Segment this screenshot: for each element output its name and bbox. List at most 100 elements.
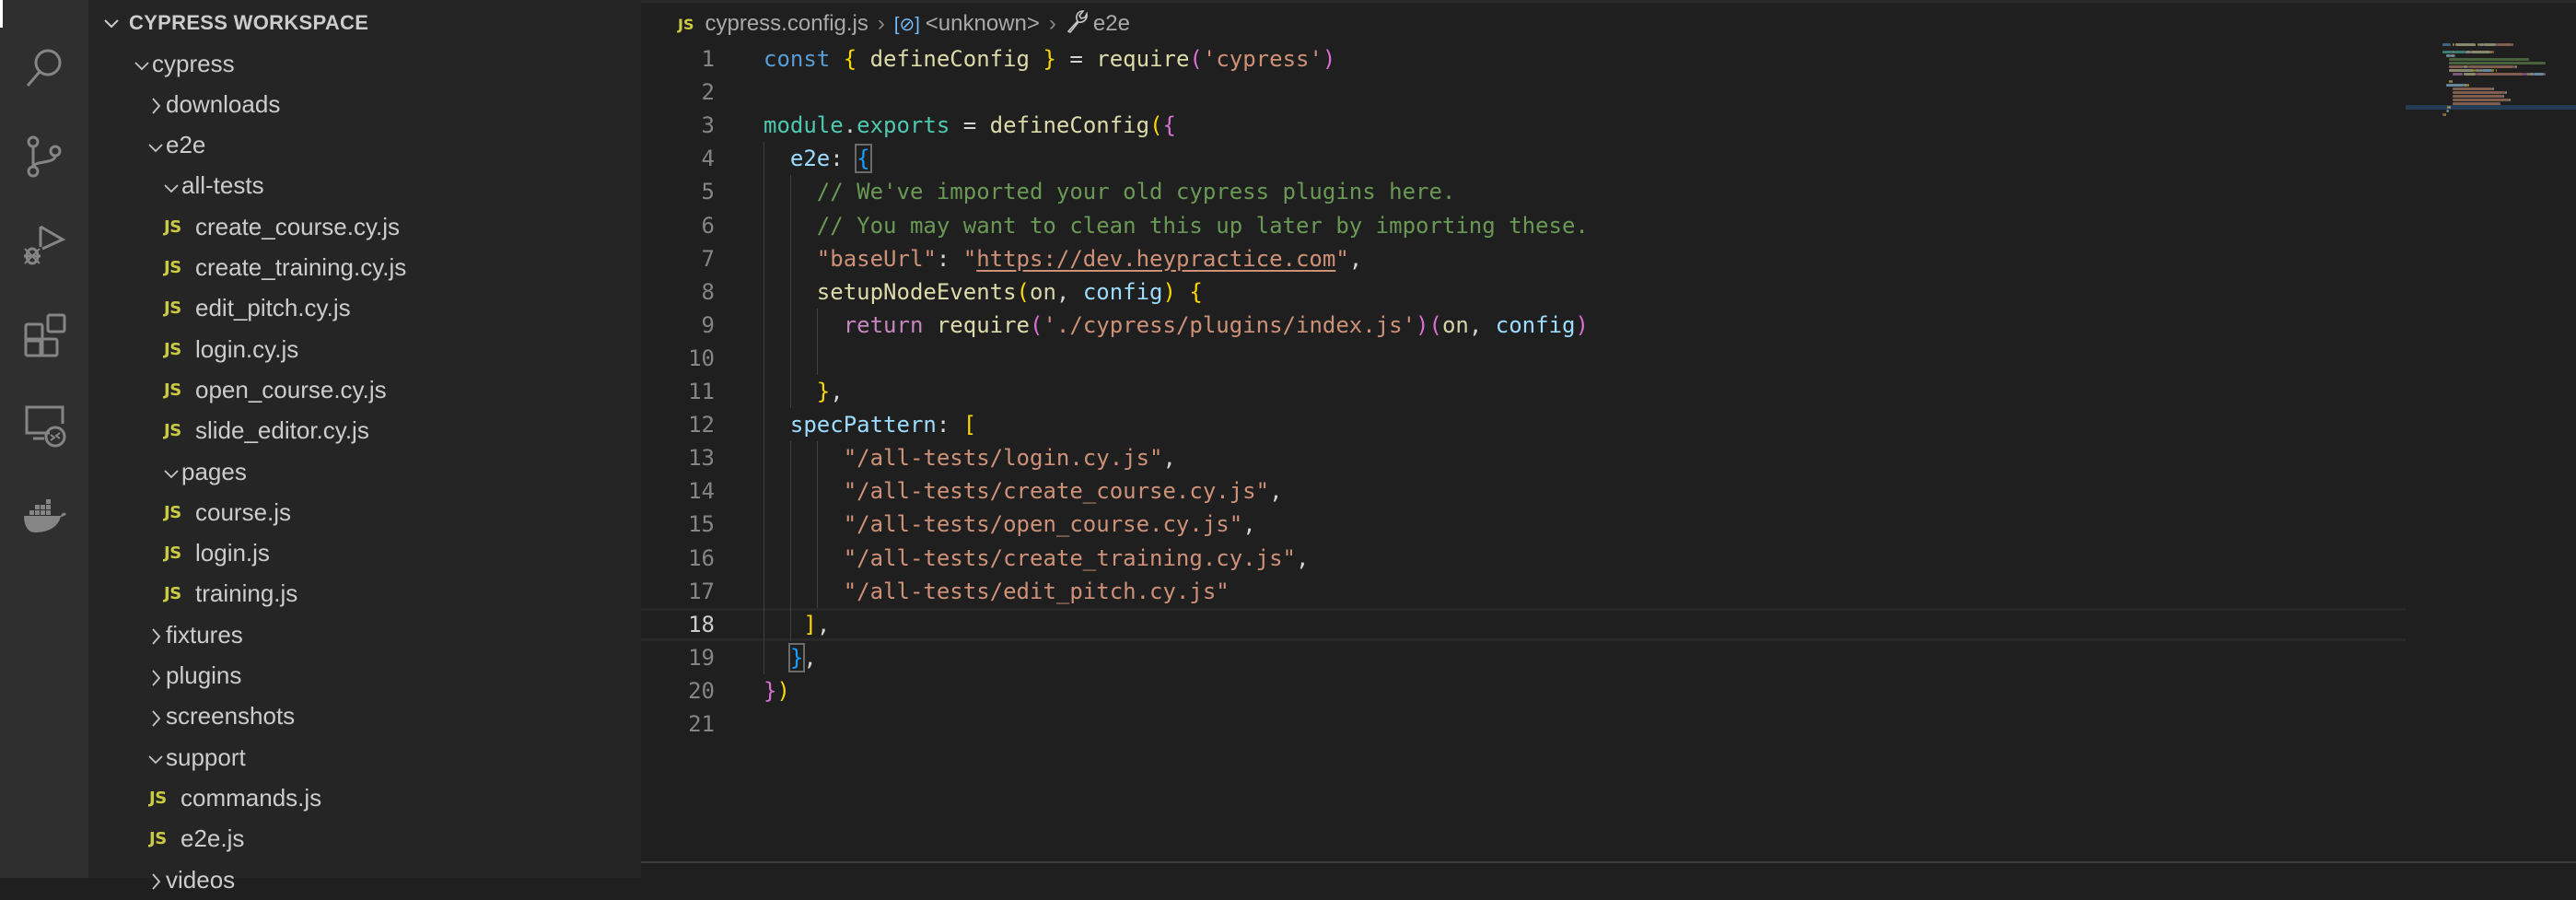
- code-line[interactable]: 10: [641, 342, 2406, 375]
- code-line[interactable]: 15 "/all-tests/open_course.cy.js",: [641, 508, 2406, 541]
- code-token: ,: [1242, 511, 1256, 538]
- code-line[interactable]: 21: [641, 707, 2406, 741]
- code-line[interactable]: 13 "/all-tests/login.cy.js",: [641, 441, 2406, 474]
- tree-folder[interactable]: videos: [88, 859, 641, 900]
- code-token: ): [1575, 311, 1589, 338]
- line-number: 19: [688, 644, 715, 671]
- js-file-icon: JS: [164, 216, 181, 237]
- line-number: 12: [688, 412, 715, 438]
- minimap-token: [2470, 51, 2491, 53]
- code-token: module: [763, 112, 844, 139]
- code-token: ,: [1162, 445, 1176, 472]
- code-line[interactable]: 7 "baseUrl": "https://dev.heypractice.co…: [641, 242, 2406, 275]
- code-line[interactable]: 14 "/all-tests/create_course.cy.js",: [641, 474, 2406, 508]
- docker-button[interactable]: [22, 492, 66, 536]
- code-token: (: [1016, 278, 1030, 305]
- code-line[interactable]: 17 "/all-tests/edit_pitch.cy.js": [641, 575, 2406, 608]
- code-line[interactable]: 20}): [641, 674, 2406, 707]
- code-token: ,: [1269, 478, 1283, 505]
- code-line[interactable]: 18 ],: [641, 608, 2406, 641]
- js-file-icon: JS: [149, 829, 167, 849]
- code-token: // You may want to clean this up later b…: [816, 212, 1589, 239]
- code-token: ): [1162, 278, 1176, 305]
- breadcrumb-symbol-unknown[interactable]: <unknown>: [926, 11, 1040, 37]
- minimap[interactable]: [2406, 0, 2576, 861]
- code-text: "/all-tests/open_course.cy.js",: [763, 508, 1256, 541]
- chevron-down-icon: [101, 13, 122, 33]
- code-token: "/all-tests/login.cy.js": [843, 445, 1163, 472]
- code-line[interactable]: 3 module.exports = defineConfig({: [641, 109, 2406, 142]
- code-line[interactable]: 2: [641, 76, 2406, 109]
- line-number: 21: [688, 711, 715, 737]
- search-button[interactable]: [22, 44, 66, 88]
- code-token: on: [1441, 311, 1469, 338]
- code-token: =: [1055, 46, 1097, 72]
- tree-file[interactable]: JS course.js: [88, 492, 641, 532]
- run-debug-button[interactable]: [22, 223, 66, 267]
- extensions-button[interactable]: [22, 313, 66, 357]
- tree-file[interactable]: JS edit_pitch.cy.js: [88, 288, 641, 329]
- tree-folder[interactable]: downloads: [88, 84, 641, 124]
- tree-item-label: create_training.cy.js: [195, 253, 407, 281]
- tree-folder[interactable]: screenshots: [88, 696, 641, 737]
- workspace-header[interactable]: CYPRESS WORKSPACE: [88, 3, 654, 43]
- js-file-icon: JS: [164, 584, 181, 604]
- code-token: (: [1189, 46, 1203, 72]
- tree-file[interactable]: JS commands.js: [88, 777, 641, 818]
- tree-folder[interactable]: pages: [88, 451, 641, 492]
- variable-symbol-icon: [⊘]: [893, 14, 920, 35]
- explorer-button[interactable]: [22, 0, 66, 22]
- tree-file[interactable]: JS login.js: [88, 533, 641, 574]
- line-number: 15: [688, 511, 715, 538]
- explorer-sidebar: CYPRESS WORKSPACE cypress downloads e2e all…: [88, 0, 641, 894]
- code-line[interactable]: 11 },: [641, 375, 2406, 408]
- remote-explorer-button[interactable]: [22, 403, 66, 448]
- breadcrumb-symbol-e2e[interactable]: e2e: [1093, 11, 1130, 37]
- tree-file[interactable]: JS create_training.cy.js: [88, 248, 641, 288]
- code-line[interactable]: 1 const { defineConfig } = require('cypre…: [641, 42, 2406, 76]
- tree-item-label: e2e.js: [181, 824, 245, 853]
- minimap-token: [2509, 99, 2511, 101]
- tree-folder[interactable]: cypress: [88, 43, 641, 84]
- tree-folder[interactable]: e2e: [88, 125, 641, 166]
- minimap-token: [2465, 51, 2471, 53]
- line-number: 4: [701, 146, 715, 172]
- code-line[interactable]: 16 "/all-tests/create_training.cy.js",: [641, 542, 2406, 575]
- line-number: 11: [688, 379, 715, 404]
- code-line[interactable]: 6 // You may want to clean this up later…: [641, 209, 2406, 242]
- code-line[interactable]: 12 specPattern: [: [641, 408, 2406, 441]
- tree-folder[interactable]: fixtures: [88, 614, 641, 655]
- source-control-button[interactable]: [22, 134, 66, 179]
- code-token: ": [962, 245, 977, 272]
- tree-file[interactable]: JS slide_editor.cy.js: [88, 411, 641, 451]
- code-line[interactable]: 4 e2e: {: [641, 142, 2406, 175]
- tree-folder[interactable]: support: [88, 737, 641, 777]
- tree-file[interactable]: JS e2e.js: [88, 819, 641, 859]
- breadcrumb-file[interactable]: cypress.config.js: [705, 11, 868, 37]
- code-line[interactable]: 5 // We've imported your old cypress plu…: [641, 175, 2406, 208]
- minimap-token: [2495, 69, 2498, 72]
- tree-folder[interactable]: plugins: [88, 656, 641, 696]
- code-line[interactable]: 19 },: [641, 641, 2406, 674]
- tree-file[interactable]: JS create_course.cy.js: [88, 206, 641, 247]
- code-token: https://dev.heypractice.com: [976, 245, 1336, 272]
- minimap-token: [2452, 43, 2454, 46]
- code-line[interactable]: 9 return require('./cypress/plugins/inde…: [641, 309, 2406, 342]
- tree-item-label: pages: [181, 457, 247, 485]
- tree-item-label: slide_editor.cy.js: [195, 416, 369, 445]
- tree-file[interactable]: JS training.js: [88, 574, 641, 614]
- code-token: (: [1149, 112, 1163, 139]
- minimap-token: [2467, 84, 2469, 87]
- code-line[interactable]: 8 setupNodeEvents(on, config) {: [641, 275, 2406, 309]
- tree-folder[interactable]: all-tests: [88, 166, 641, 206]
- line-number: 18: [688, 611, 715, 637]
- tree-file[interactable]: JS login.cy.js: [88, 329, 641, 369]
- tree-item-label: plugins: [166, 661, 242, 689]
- tree-file[interactable]: JS open_course.cy.js: [88, 369, 641, 410]
